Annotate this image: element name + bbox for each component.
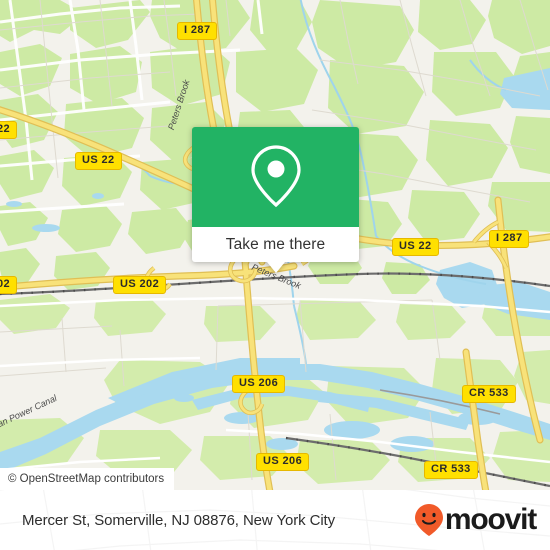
road-shield-us22-left: 22 bbox=[0, 121, 18, 139]
road-shield-cr533-north: CR 533 bbox=[462, 385, 516, 403]
destination-address: Mercer St, Somerville, NJ 08876, New Yor… bbox=[22, 511, 336, 529]
road-shield-i287-north: I 287 bbox=[177, 22, 218, 40]
road-shield-us206-south: US 206 bbox=[256, 453, 310, 471]
take-me-there-label: Take me there bbox=[225, 235, 326, 253]
road-shield-cr533-south: CR 533 bbox=[424, 461, 478, 479]
map-pin-icon bbox=[250, 145, 301, 208]
road-shield-us22-west: US 22 bbox=[75, 152, 122, 170]
road-shield-us202-left: 02 bbox=[0, 276, 18, 294]
road-shield-i287-east: I 287 bbox=[489, 230, 530, 248]
osm-attribution[interactable]: © OpenStreetMap contributors bbox=[0, 468, 175, 490]
moovit-pin-smiley-icon bbox=[414, 504, 443, 536]
callout-pin-panel bbox=[192, 127, 359, 227]
footer-bar: Mercer St, Somerville, NJ 08876, New Yor… bbox=[0, 490, 550, 550]
moovit-brand[interactable]: moovit bbox=[414, 503, 537, 537]
map-canvas[interactable]: I 287 22 US 22 US 22 I 287 02 US 202 US … bbox=[0, 0, 550, 490]
moovit-map-page: I 287 22 US 22 US 22 I 287 02 US 202 US … bbox=[0, 0, 550, 550]
footer-content: Mercer St, Somerville, NJ 08876, New Yor… bbox=[0, 490, 550, 550]
take-me-there-button[interactable]: Take me there bbox=[192, 227, 359, 262]
road-shield-us206-north: US 206 bbox=[232, 375, 286, 393]
road-shield-us22-east: US 22 bbox=[392, 238, 439, 256]
moovit-wordmark: moovit bbox=[444, 503, 537, 536]
callout-pointer-tail bbox=[266, 262, 285, 273]
destination-callout-card[interactable]: Take me there bbox=[192, 127, 359, 273]
road-shield-us202: US 202 bbox=[113, 276, 167, 294]
